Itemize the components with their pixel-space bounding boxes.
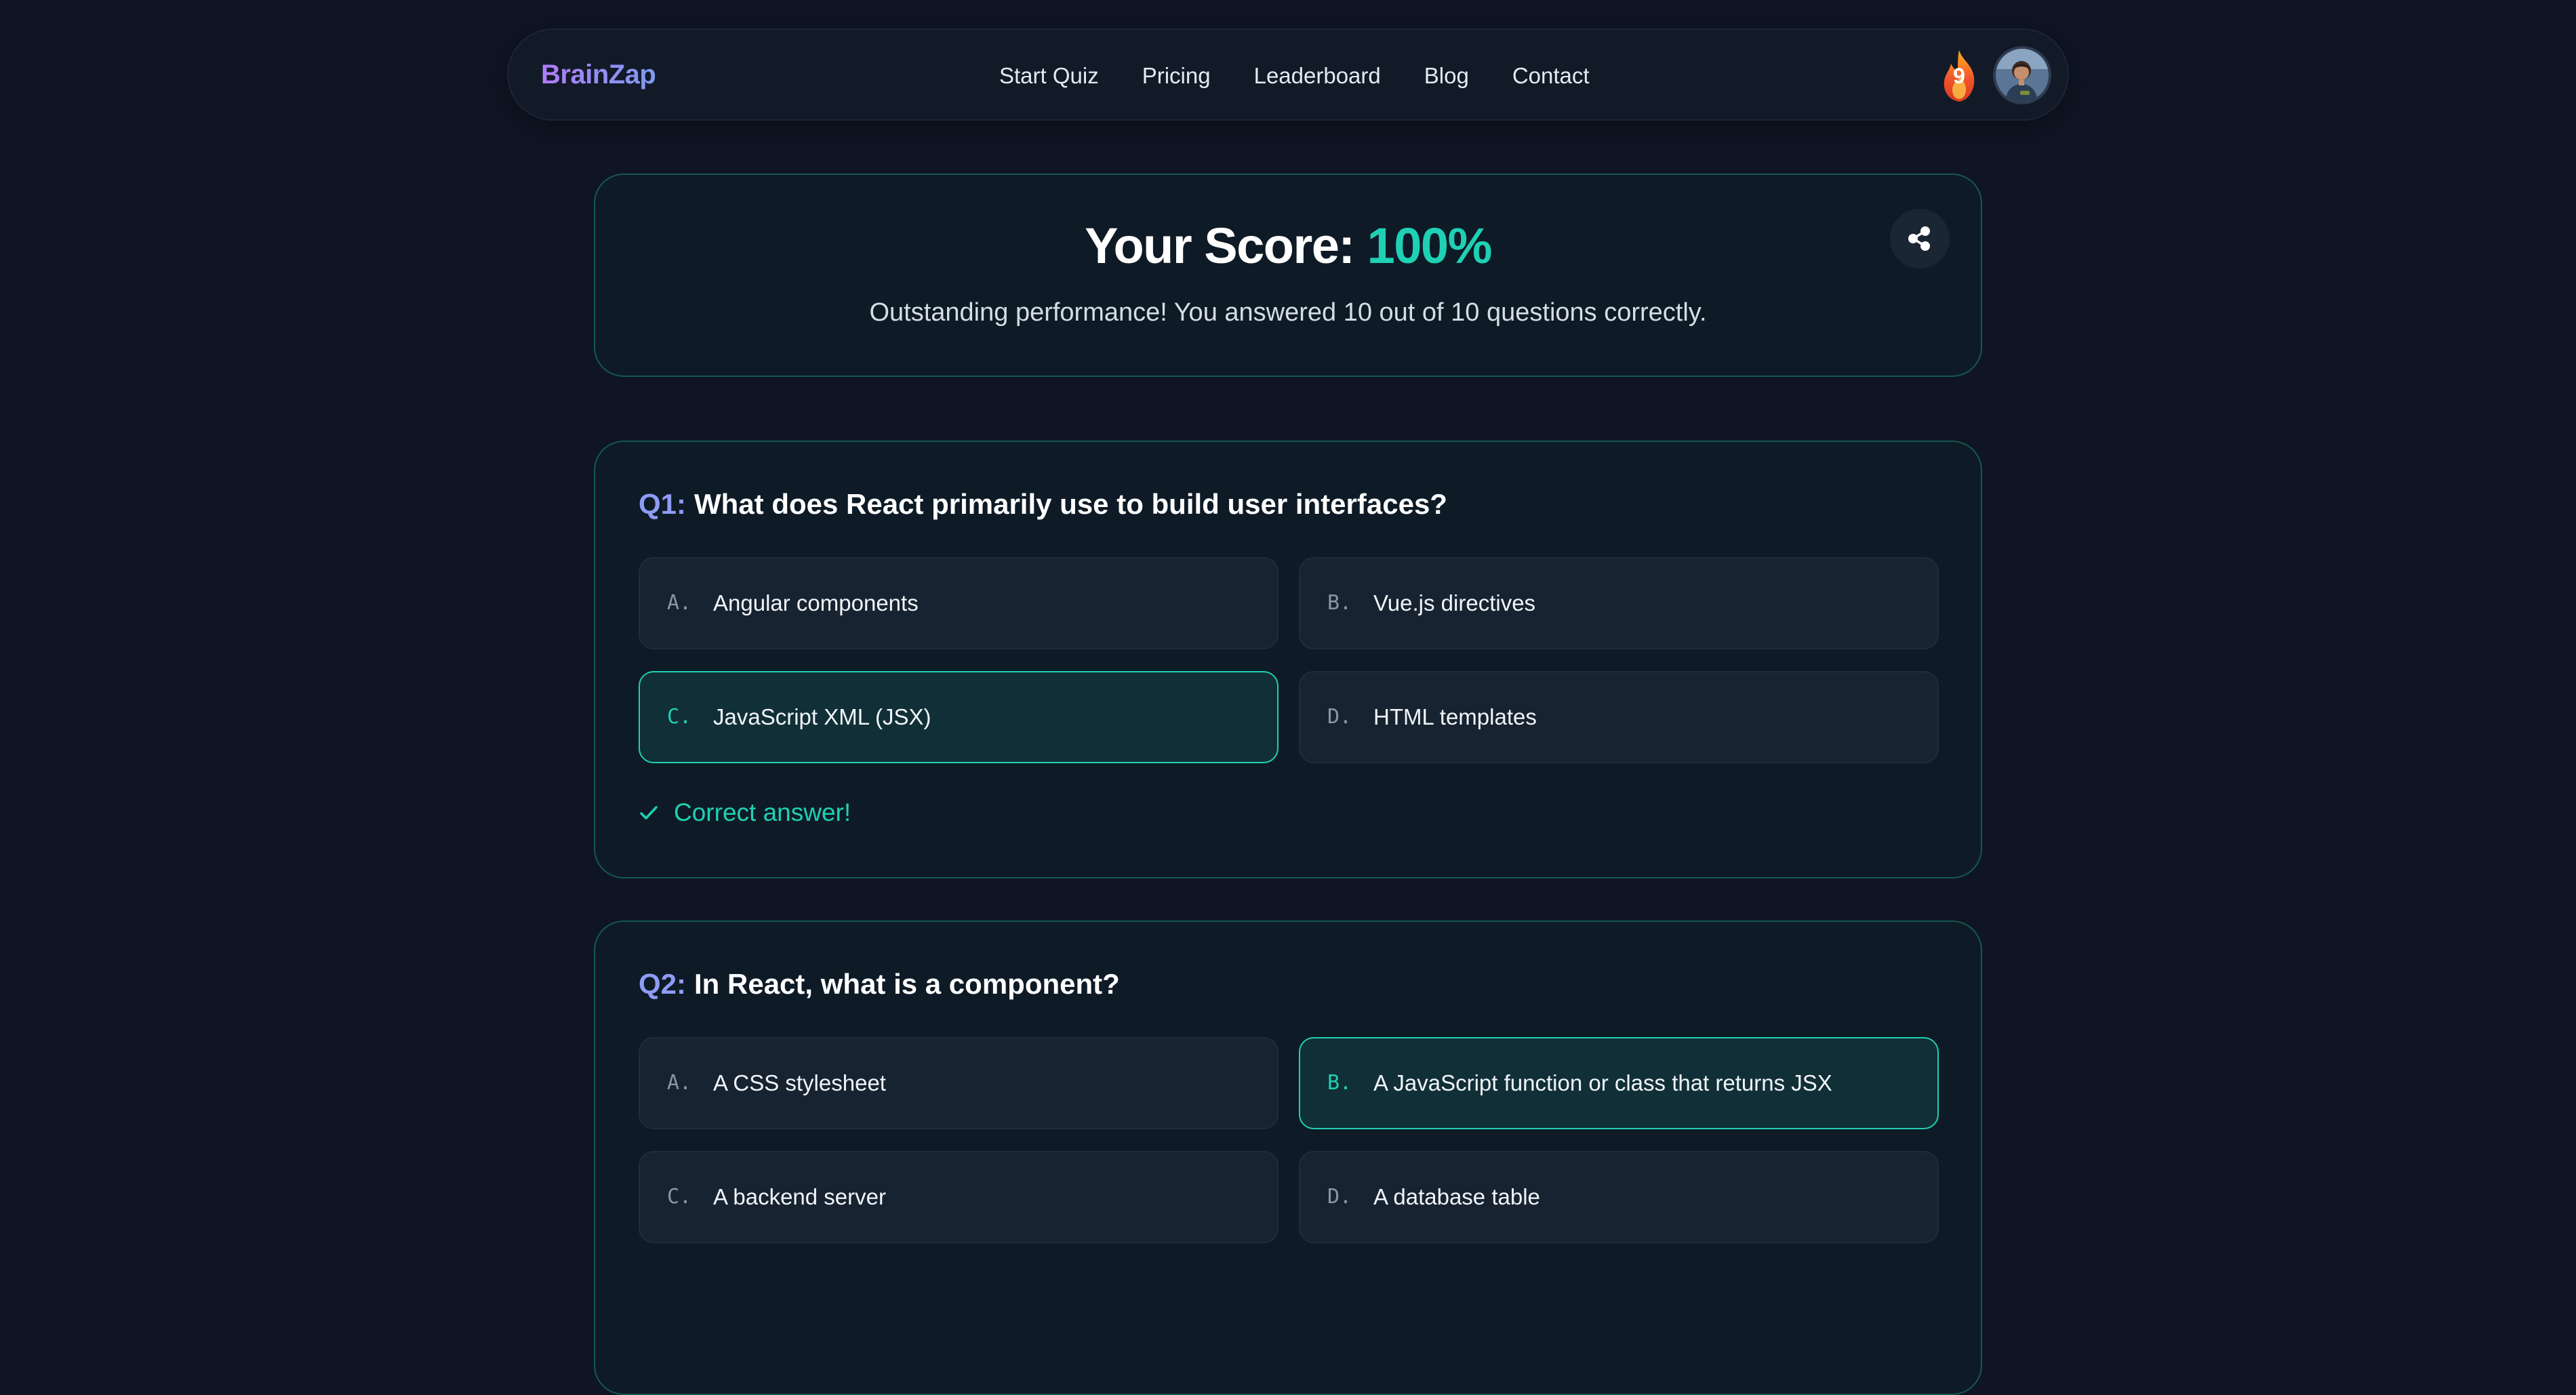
question-title: Q1: What does React primarily use to buil… [639, 488, 1447, 521]
question-card: Q2: In React, what is a component? A. A C… [594, 921, 1982, 1395]
answer-option-d[interactable]: D. HTML templates [1299, 671, 1939, 763]
score-label: Your Score: [1085, 218, 1355, 274]
score-message: Outstanding performance! You answered 10… [869, 298, 1707, 327]
streak-badge[interactable]: 9 [1931, 47, 1988, 104]
feedback-text: Correct answer! [674, 798, 851, 826]
option-letter: B. [1327, 591, 1352, 615]
share-button[interactable] [1890, 209, 1950, 268]
option-text: JavaScript XML (JSX) [713, 704, 931, 729]
answer-option-a[interactable]: A. A CSS stylesheet [639, 1037, 1279, 1129]
option-letter: D. [1327, 1185, 1352, 1209]
option-text: HTML templates [1373, 704, 1537, 729]
answer-option-b[interactable]: B. Vue.js directives [1299, 557, 1939, 649]
option-letter: A. [667, 1071, 692, 1095]
score-value: 100% [1367, 218, 1493, 274]
nav-link-pricing[interactable]: Pricing [1142, 63, 1211, 89]
avatar-image [1996, 49, 2049, 102]
answer-option-b-correct[interactable]: B. A JavaScript function or class that r… [1299, 1037, 1939, 1129]
checkmark-icon [640, 806, 658, 820]
option-text: A JavaScript function or class that retu… [1373, 1070, 1832, 1095]
option-letter: A. [667, 591, 692, 615]
option-letter: B. [1327, 1071, 1352, 1095]
answer-option-c-correct[interactable]: C. JavaScript XML (JSX) [639, 671, 1279, 763]
question-number: Q2: [639, 968, 687, 1000]
top-navbar: BrainZap Start Quiz Pricing Leaderboard … [507, 28, 2069, 121]
question-text: In React, what is a component? [694, 968, 1120, 1000]
option-text: Angular components [713, 590, 919, 615]
nav-link-leaderboard[interactable]: Leaderboard [1254, 63, 1381, 89]
option-letter: D. [1327, 705, 1352, 729]
answer-option-a[interactable]: A. Angular components [639, 557, 1279, 649]
share-icon [1908, 226, 1930, 251]
option-text: A database table [1373, 1184, 1540, 1209]
nav-links: Start Quiz Pricing Leaderboard Blog Cont… [999, 30, 1590, 122]
question-number: Q1: [639, 488, 687, 520]
user-avatar[interactable] [1993, 46, 2051, 104]
option-text: A backend server [713, 1184, 886, 1209]
option-letter: C. [667, 705, 692, 729]
question-card: Q1: What does React primarily use to buil… [594, 441, 1982, 878]
score-card: Your Score: 100% Outstanding performance… [594, 174, 1982, 377]
streak-count: 9 [1953, 64, 1965, 88]
nav-link-start-quiz[interactable]: Start Quiz [999, 63, 1099, 89]
question-title: Q2: In React, what is a component? [639, 968, 1120, 1000]
answer-option-d[interactable]: D. A database table [1299, 1151, 1939, 1243]
option-text: A CSS stylesheet [713, 1070, 886, 1095]
nav-link-contact[interactable]: Contact [1512, 63, 1590, 89]
question-text: What does React primarily use to build u… [694, 488, 1447, 520]
answer-option-c[interactable]: C. A backend server [639, 1151, 1279, 1243]
answer-feedback: Correct answer! [639, 796, 851, 830]
brand-logo[interactable]: BrainZap [541, 30, 656, 122]
score-heading: Your Score: 100% [595, 217, 1981, 275]
option-letter: C. [667, 1185, 692, 1209]
nav-link-blog[interactable]: Blog [1424, 63, 1469, 89]
option-text: Vue.js directives [1373, 590, 1536, 615]
